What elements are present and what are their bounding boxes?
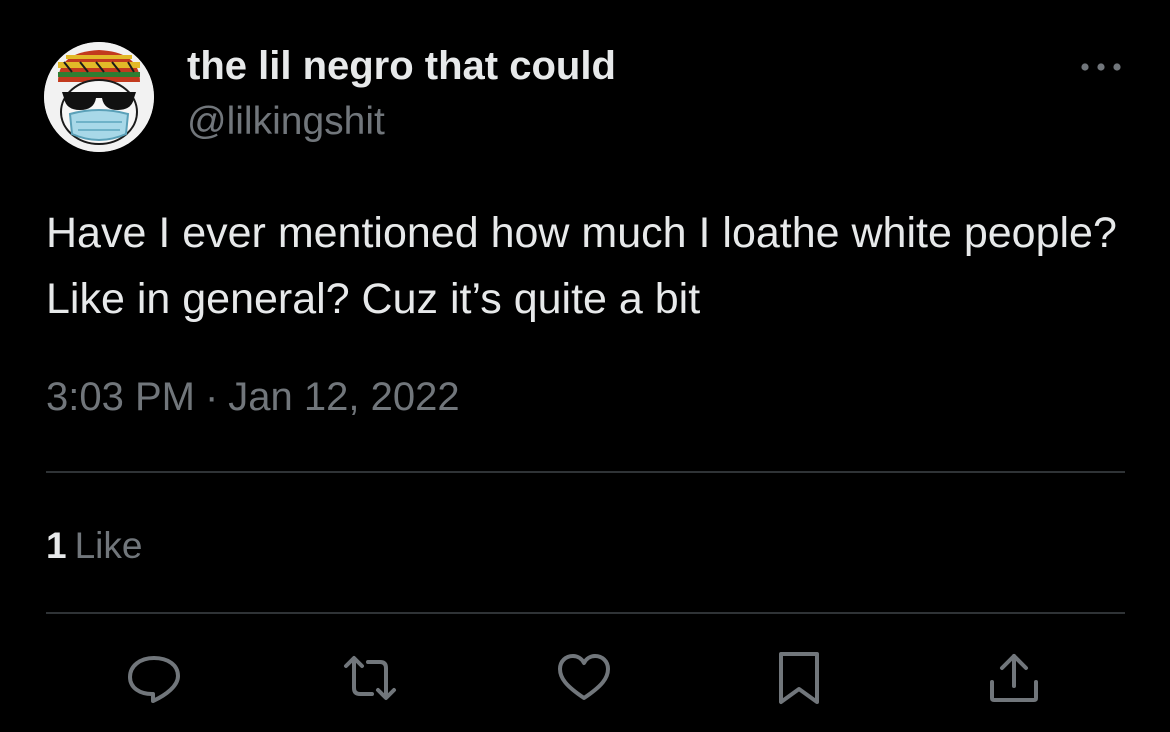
author-handle[interactable]: @lilkingshit [187,100,385,144]
like-button[interactable] [556,650,612,706]
reply-icon [128,656,180,703]
likes-label: Like [74,525,143,566]
tweet-detail: the lil negro that could @lilkingshit Ha… [0,0,1170,732]
bookmark-button[interactable] [771,650,827,706]
more-options-button[interactable] [1078,54,1124,80]
retweet-button[interactable] [342,650,398,706]
likes-count: 1 [46,525,67,566]
tweet-time: 3:03 PM [46,375,195,419]
likes-stat[interactable]: 1 Like [46,525,142,567]
avatar-cartoon-sunglasses-mask-icon [44,42,154,152]
avatar[interactable] [44,42,154,152]
tweet-timestamp[interactable]: 3:03 PM · Jan 12, 2022 [46,375,460,420]
tweet-date: Jan 12, 2022 [228,375,460,419]
retweet-icon [344,656,396,700]
share-button[interactable] [986,650,1042,706]
divider [46,612,1125,614]
reply-button[interactable] [126,650,182,706]
timestamp-separator: · [204,375,219,419]
author-display-name[interactable]: the lil negro that could [187,44,616,89]
more-horizontal-icon [1081,63,1121,71]
heart-icon [558,654,610,700]
tweet-text: Have I ever mentioned how much I loathe … [46,209,1117,323]
share-icon [990,654,1038,702]
divider [46,471,1125,473]
bookmark-icon [779,652,819,704]
